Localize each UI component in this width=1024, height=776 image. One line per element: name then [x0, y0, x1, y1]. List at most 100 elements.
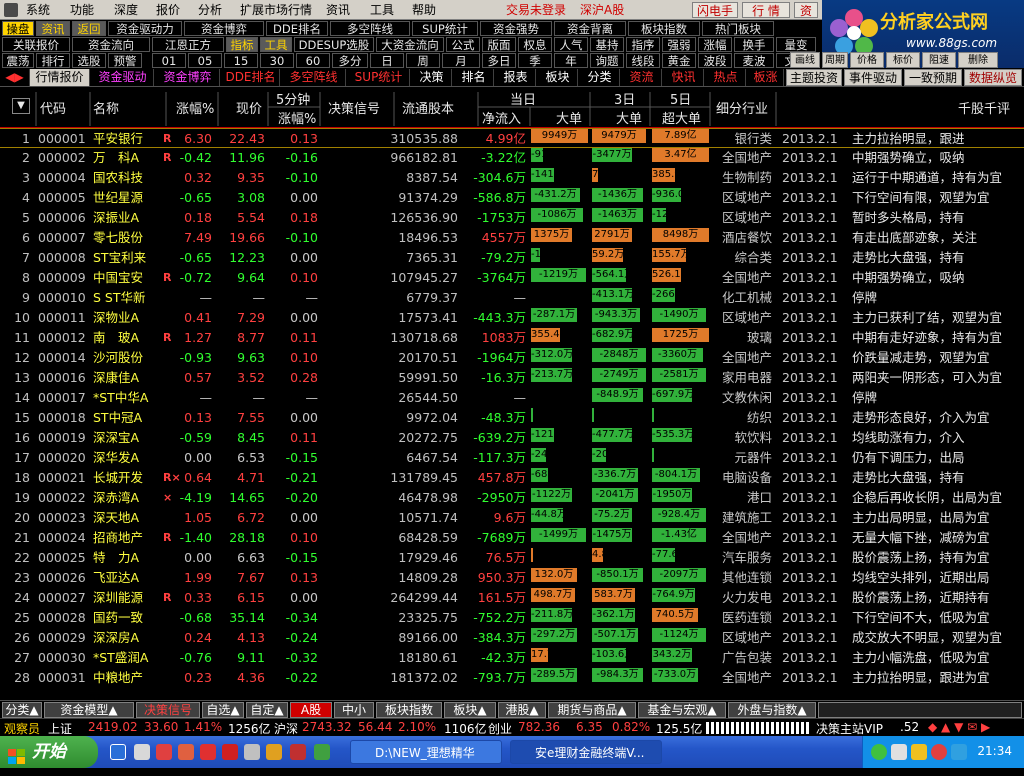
- tb-tools[interactable]: 工具: [260, 37, 292, 52]
- tab-capital-flow[interactable]: 资流: [622, 69, 662, 86]
- table-row[interactable]: 11 000012 南 玻A R 1.27 8.77 0.11 130718.68 1083万玻…: [0, 328, 1024, 348]
- table-row[interactable]: 5 000006 深振业A 0.18 5.54 0.18 126536.90 -1753万 区域…: [0, 208, 1024, 228]
- tb-gann[interactable]: 江恩正方: [152, 37, 224, 52]
- tab-decision[interactable]: 决策: [412, 69, 452, 86]
- tab-hotspot[interactable]: 热点: [706, 69, 746, 86]
- tb-rights[interactable]: 权息: [518, 37, 552, 52]
- table-row[interactable]: 22 000025 特 力A 0.00 6.63 -0.15 17929.46 76.5万 汽车…: [0, 548, 1024, 568]
- tb-period-01[interactable]: 01: [152, 53, 186, 68]
- tab-dde-rank[interactable]: DDE排名: [222, 69, 280, 86]
- app-yellow-icon[interactable]: [266, 744, 282, 760]
- table-row[interactable]: 21 000024 招商地产 R -1.40 28.18 0.10 68428.59 -7689…: [0, 528, 1024, 548]
- table-row[interactable]: 25 000028 国药一致 -0.68 35.14 -0.34 23325.75 -752.…: [0, 608, 1024, 628]
- tb-period-multi[interactable]: 多分: [332, 53, 368, 68]
- trade-status[interactable]: 交易未登录: [506, 0, 566, 20]
- tb-sup-stats[interactable]: SUP统计: [412, 21, 478, 36]
- tb-alert[interactable]: 预警: [108, 53, 142, 68]
- tb-ddesup-pick[interactable]: DDESUP选股: [294, 37, 374, 52]
- tb-formula[interactable]: 公式: [446, 37, 480, 52]
- menu-help[interactable]: 帮助: [412, 0, 436, 20]
- tb-popularity[interactable]: 人气: [554, 37, 588, 52]
- tb-dde-rank[interactable]: DDE排名: [266, 21, 328, 36]
- app-orange-icon[interactable]: [178, 744, 194, 760]
- tb-oscillate[interactable]: 震荡: [2, 53, 34, 68]
- observer-label[interactable]: 观察员: [4, 720, 40, 737]
- tab-data-overview[interactable]: 数据纵览: [964, 69, 1022, 86]
- table-row[interactable]: 7 000008 ST宝利来 -0.65 12.23 0.00 7365.31 -79.2万 综…: [0, 248, 1024, 268]
- table-row[interactable]: 23 000026 飞亚达A 1.99 7.67 0.13 14809.28 950.3万 其他…: [0, 568, 1024, 588]
- tray-app-icon[interactable]: [951, 744, 967, 760]
- tab-fund-game[interactable]: 资金博弈: [156, 69, 220, 86]
- tb-period-60[interactable]: 60: [296, 53, 330, 68]
- tb-fund-drive[interactable]: 资金驱动力: [108, 21, 182, 36]
- menu-analysis[interactable]: 分析: [198, 0, 222, 20]
- btab-sme[interactable]: 中小: [334, 702, 374, 718]
- tb-index-order[interactable]: 指序: [626, 37, 660, 52]
- btab-watchlist[interactable]: 自选▲: [202, 702, 244, 718]
- menu-system[interactable]: 系统: [26, 0, 50, 20]
- btab-category[interactable]: 分类▲: [2, 702, 42, 718]
- table-row[interactable]: 28 000031 中粮地产 0.23 4.36 -0.22 181372.02 -793.7…: [0, 668, 1024, 688]
- taskbar-explorer-window[interactable]: D:\NEW_理想精华: [350, 740, 502, 764]
- horizontal-scrollbar[interactable]: [818, 702, 1022, 718]
- table-row[interactable]: 15 000018 ST中冠A 0.13 7.55 0.00 9972.04 -48.3万 纺织…: [0, 408, 1024, 428]
- table-row[interactable]: 9 000010 S ST华新 — — — 6779.37 — 化工机械 2013.2.1 停牌 -4…: [0, 288, 1024, 308]
- market-select[interactable]: 深沪A股: [580, 0, 624, 20]
- info-button[interactable]: 资: [794, 2, 818, 18]
- tb-golden[interactable]: 黄金: [662, 53, 696, 68]
- btab-foreign-index[interactable]: 外盘与指数▲: [728, 702, 816, 718]
- tab-long-short[interactable]: 多空阵线: [282, 69, 346, 86]
- tab-event-drive[interactable]: 事件驱动: [844, 69, 902, 86]
- btab-a-share[interactable]: A股: [290, 702, 332, 718]
- delete-button[interactable]: 删除: [958, 52, 998, 68]
- table-row[interactable]: 14 000017 *ST中华A — — — 26544.50 — 文教休闲 2013.2.1 停牌…: [0, 388, 1024, 408]
- tab-flash-news[interactable]: 快讯: [664, 69, 704, 86]
- flash-button[interactable]: 闪电手: [692, 2, 738, 18]
- taskbar-trading-window[interactable]: 安e理财金融终端V...: [510, 740, 662, 764]
- resist-button[interactable]: 阻速: [922, 52, 956, 68]
- mark-price-button[interactable]: 标价: [886, 52, 920, 68]
- app-red3-icon[interactable]: [222, 744, 238, 760]
- tray-volume-icon[interactable]: [891, 744, 907, 760]
- table-row[interactable]: 8 000009 中国宝安 R -0.72 9.64 0.10 107945.27 -3764万…: [0, 268, 1024, 288]
- table-row[interactable]: 16 000019 深深宝A -0.59 8.45 0.11 20272.75 -639.2万…: [0, 428, 1024, 448]
- tb-period-month[interactable]: 月: [442, 53, 480, 68]
- price-button[interactable]: 价格: [850, 52, 884, 68]
- menu-quote[interactable]: 报价: [156, 0, 180, 20]
- tb-news[interactable]: 资讯: [36, 21, 70, 36]
- tb-maibo[interactable]: 麦波: [734, 53, 774, 68]
- tab-fund-drive[interactable]: 资金驱动: [92, 69, 154, 86]
- tb-period-15[interactable]: 15: [224, 53, 258, 68]
- tab-ranking[interactable]: 排名: [454, 69, 494, 86]
- menu-news[interactable]: 资讯: [326, 0, 350, 20]
- table-row[interactable]: 24 000027 深圳能源 R 0.33 6.15 0.00 264299.44 161.5万…: [0, 588, 1024, 608]
- tb-period-30[interactable]: 30: [260, 53, 294, 68]
- btab-fund-model[interactable]: 资金模型▲: [44, 702, 134, 718]
- tab-report[interactable]: 报表: [496, 69, 536, 86]
- tb-turnover[interactable]: 换手: [734, 37, 774, 52]
- menu-tools[interactable]: 工具: [370, 0, 394, 20]
- table-row[interactable]: 18 000021 长城开发 R× 0.64 4.71 -0.21 131789.45 457.…: [0, 468, 1024, 488]
- table-row[interactable]: 10 000011 深物业A 0.41 7.29 0.00 17573.41 -443.3万 区…: [0, 308, 1024, 328]
- tb-period-season[interactable]: 季: [518, 53, 552, 68]
- tb-period-day[interactable]: 日: [370, 53, 404, 68]
- tab-category[interactable]: 分类: [580, 69, 620, 86]
- tb-fund-diverge[interactable]: 资金背离: [554, 21, 626, 36]
- quote-button[interactable]: 行 情: [742, 2, 790, 18]
- tb-vol-change[interactable]: 量变: [776, 37, 816, 52]
- tray-alert-icon[interactable]: [931, 744, 947, 760]
- app-red4-icon[interactable]: [290, 744, 306, 760]
- tb-period-week[interactable]: 周: [406, 53, 440, 68]
- btab-fund-macro[interactable]: 基金与宏观▲: [638, 702, 726, 718]
- tab-theme-invest[interactable]: 主题投资: [786, 69, 842, 86]
- btab-custom[interactable]: 自定▲: [246, 702, 288, 718]
- app-icon[interactable]: [4, 3, 18, 17]
- media-icon[interactable]: [134, 744, 150, 760]
- menu-function[interactable]: 功能: [70, 0, 94, 20]
- tb-fund-strength[interactable]: 资金强势: [480, 21, 552, 36]
- btab-futures[interactable]: 期货与商品▲: [548, 702, 636, 718]
- app-red-icon[interactable]: [156, 744, 172, 760]
- tb-big-flow[interactable]: 大资金流向: [376, 37, 444, 52]
- tb-stock-pick[interactable]: 选股: [72, 53, 106, 68]
- table-row[interactable]: 6 000007 零七股份 7.49 19.66 -0.10 18496.53 4557万 酒店…: [0, 228, 1024, 248]
